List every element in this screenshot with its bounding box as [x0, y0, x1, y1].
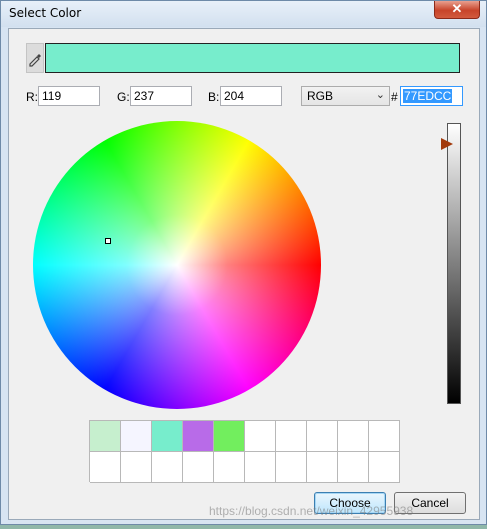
title-bar[interactable]: Select Color ✕ [1, 1, 486, 27]
r-input[interactable] [38, 86, 100, 106]
color-swatch[interactable] [214, 452, 245, 483]
color-swatch[interactable] [183, 421, 214, 452]
color-swatch[interactable] [276, 421, 307, 452]
b-input[interactable] [220, 86, 282, 106]
r-label: R: [26, 90, 38, 104]
brightness-slider[interactable] [447, 123, 461, 404]
color-swatch[interactable] [307, 421, 338, 452]
g-label: G: [117, 90, 130, 104]
hex-prefix: # [391, 90, 398, 104]
color-swatch[interactable] [90, 452, 121, 483]
dialog-content: R: G: B: RGB ⌄ # 77EDCC Choose Cancel ht… [8, 28, 480, 520]
watermark-text: https://blog.csdn.net/weixin_42955938 [209, 504, 414, 518]
color-wheel-marker[interactable] [105, 238, 111, 244]
close-icon: ✕ [451, 1, 463, 16]
g-input[interactable] [130, 86, 192, 106]
color-swatch[interactable] [369, 452, 400, 483]
select-color-dialog: Select Color ✕ R: G: B: RGB ⌄ # 77EDCC [0, 0, 487, 525]
color-wheel[interactable] [33, 121, 321, 409]
chevron-down-icon: ⌄ [375, 89, 385, 101]
dialog-title: Select Color [9, 6, 82, 20]
color-swatch[interactable] [245, 421, 276, 452]
color-swatch[interactable] [338, 421, 369, 452]
color-swatch[interactable] [369, 421, 400, 452]
color-swatch[interactable] [121, 452, 152, 483]
color-swatch[interactable] [338, 452, 369, 483]
custom-color-swatches [89, 420, 400, 483]
color-swatch[interactable] [121, 421, 152, 452]
hex-value: 77EDCC [403, 89, 453, 103]
color-swatch[interactable] [90, 421, 121, 452]
hex-input[interactable]: 77EDCC [400, 86, 463, 106]
color-swatch[interactable] [152, 452, 183, 483]
color-mode-select[interactable]: RGB ⌄ [301, 86, 390, 106]
brightness-slider-handle[interactable] [441, 138, 453, 150]
color-preview [45, 43, 460, 73]
eyedropper-button[interactable] [26, 43, 44, 73]
color-swatch[interactable] [152, 421, 183, 452]
color-mode-value: RGB [307, 89, 334, 103]
close-button[interactable]: ✕ [434, 1, 480, 19]
color-swatch[interactable] [245, 452, 276, 483]
color-swatch[interactable] [183, 452, 214, 483]
eyedropper-icon [29, 54, 41, 67]
color-swatch[interactable] [307, 452, 338, 483]
color-swatch[interactable] [276, 452, 307, 483]
color-swatch[interactable] [214, 421, 245, 452]
b-label: B: [208, 90, 220, 104]
